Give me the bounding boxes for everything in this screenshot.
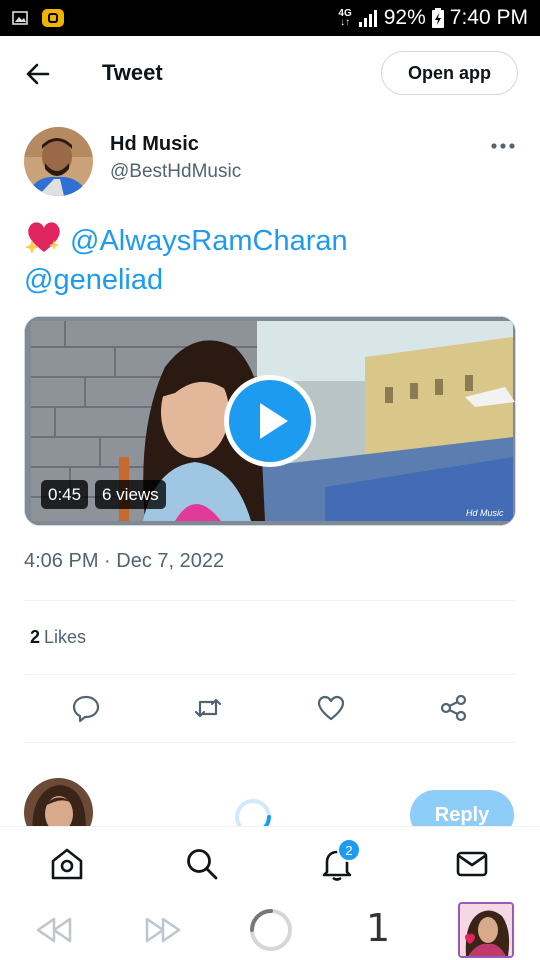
notification-app-icon (42, 9, 64, 27)
clock: 7:40 PM (449, 6, 528, 29)
notification-badge: 2 (337, 838, 361, 862)
gallery-icon (12, 11, 28, 25)
open-app-button[interactable]: Open app (381, 51, 518, 95)
battery-percent: 92% (383, 6, 426, 29)
likes-number: 2 (30, 627, 41, 647)
like-icon[interactable] (316, 693, 346, 723)
network-type: 4G ↓↑ (338, 8, 352, 28)
author-handle[interactable]: @BestHdMusic (110, 161, 241, 183)
refresh-loading-icon[interactable] (248, 907, 294, 953)
status-bar: 4G ↓↑ 92% 7:40 PM (0, 0, 540, 36)
tweet-timestamp[interactable]: 4:06 PM · Dec 7, 2022 (24, 550, 224, 573)
signal-icon (358, 10, 377, 27)
retweet-icon[interactable] (193, 693, 223, 723)
battery-charging-icon (431, 8, 444, 28)
search-icon[interactable] (184, 846, 220, 882)
back-icon[interactable] (34, 915, 74, 945)
video-views: 6 views (95, 480, 166, 509)
divider (24, 742, 516, 743)
home-icon[interactable] (49, 846, 85, 882)
divider (24, 674, 516, 675)
mention-link[interactable]: @geneliad (24, 264, 163, 296)
video-duration: 0:45 (41, 480, 89, 509)
tweet-text: @AlwaysRamCharan @geneliad (24, 220, 504, 300)
forward-icon[interactable] (143, 915, 183, 945)
video-watermark: Hd Music (466, 508, 504, 518)
author-avatar[interactable] (24, 127, 93, 196)
author-name[interactable]: Hd Music (110, 133, 199, 156)
play-icon[interactable] (222, 373, 318, 469)
mention-link[interactable]: @AlwaysRamCharan (70, 225, 348, 257)
page-title: Tweet (102, 60, 163, 85)
reply-icon[interactable] (71, 693, 101, 723)
more-options-icon[interactable] (490, 140, 516, 152)
messages-icon[interactable] (454, 846, 490, 882)
likes-count[interactable]: 2 Likes (30, 627, 86, 648)
arrow-left-icon[interactable] (24, 60, 52, 88)
bottom-nav (0, 826, 540, 900)
divider (24, 600, 516, 601)
tweet-header: Tweet Open app (0, 36, 540, 110)
likes-label: Likes (44, 627, 87, 647)
sparkling-heart-icon (25, 222, 60, 254)
tab-count[interactable]: 1 (366, 906, 390, 950)
tab-thumbnail[interactable] (458, 902, 514, 958)
share-icon[interactable] (439, 693, 469, 723)
